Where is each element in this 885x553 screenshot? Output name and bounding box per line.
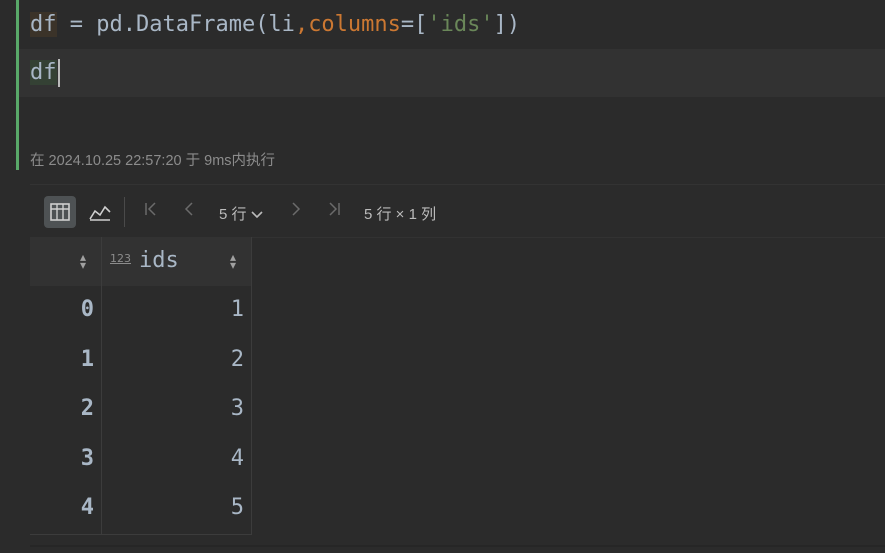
column-name: ids <box>139 248 179 273</box>
table-row[interactable]: 4 5 <box>30 484 252 534</box>
code-var-df: df <box>30 12 57 37</box>
first-page-icon[interactable] <box>143 201 159 222</box>
sort-icon[interactable]: ▴ ▾ <box>80 251 86 271</box>
rows-per-page-label: 5 行 <box>219 206 247 223</box>
value-cell[interactable]: 1 <box>102 286 252 336</box>
code-close: ]) <box>493 12 521 37</box>
cell-status-bar <box>16 0 19 170</box>
dataframe-shape: 5 行 × 1 列 <box>364 206 437 223</box>
row-index-cell: 0 <box>30 286 102 336</box>
numeric-type-icon: 123 <box>110 252 131 265</box>
last-page-icon[interactable] <box>326 201 342 222</box>
dataframe-output: 5 行 5 行 × 1 列 ▴ ▾ 123 ids ▴ ▾ 0 1 1 2 2 3 … <box>30 184 885 547</box>
table-view-button[interactable] <box>44 196 76 228</box>
row-index: 3 <box>80 445 94 471</box>
table-icon <box>50 203 70 221</box>
cell-value: 2 <box>230 346 244 372</box>
code-comma: , <box>294 12 309 37</box>
table-row[interactable]: 3 4 <box>30 434 252 485</box>
value-cell[interactable]: 3 <box>102 385 252 435</box>
table-row[interactable]: 2 3 <box>30 385 252 435</box>
column-header-ids[interactable]: 123 ids ▴ ▾ <box>102 237 252 286</box>
row-index: 0 <box>80 297 94 322</box>
code-line-1[interactable]: df = pd.DataFrame(li,columns=['ids']) <box>30 1 520 49</box>
row-index-cell: 1 <box>30 335 102 386</box>
sort-icon[interactable]: ▴ ▾ <box>230 251 236 271</box>
code-string: 'ids' <box>427 12 494 37</box>
next-page-icon[interactable] <box>288 201 304 222</box>
row-index-cell: 4 <box>30 484 102 534</box>
row-index: 4 <box>80 495 94 521</box>
row-index: 2 <box>80 396 94 422</box>
index-header[interactable]: ▴ ▾ <box>30 237 102 286</box>
prev-page-icon[interactable] <box>181 201 197 222</box>
row-index: 1 <box>80 346 94 372</box>
code-eq: = <box>56 12 97 37</box>
row-index-cell: 2 <box>30 385 102 435</box>
code-line-2-text: df <box>30 60 57 85</box>
value-cell[interactable]: 2 <box>102 335 252 386</box>
code-assign: =[ <box>400 12 428 37</box>
table-row[interactable]: 1 2 <box>30 335 252 386</box>
chart-view-button[interactable] <box>84 196 116 228</box>
output-toolbar: 5 行 5 行 × 1 列 <box>30 185 885 238</box>
table-row[interactable]: 0 1 <box>30 286 252 336</box>
code-call: pd.DataFrame(li <box>96 12 295 37</box>
chevron-down-icon <box>251 211 263 219</box>
rows-per-page-select[interactable]: 5 行 <box>219 203 263 224</box>
row-index-cell: 3 <box>30 434 102 485</box>
cell-value: 1 <box>230 297 244 322</box>
output-scrollbar-track[interactable] <box>30 545 885 547</box>
cell-value: 5 <box>230 495 244 521</box>
value-cell[interactable]: 4 <box>102 434 252 485</box>
table-bottom-border <box>30 534 252 535</box>
code-line-2[interactable]: df <box>19 49 885 97</box>
value-cell[interactable]: 5 <box>102 484 252 534</box>
execution-info: 在 2024.10.25 22:57:20 于 9ms内执行 <box>30 153 276 169</box>
chart-icon <box>89 205 111 221</box>
toolbar-separator <box>124 197 125 227</box>
cell-value: 4 <box>230 445 244 471</box>
text-caret <box>57 59 60 87</box>
code-param: columns <box>308 12 401 37</box>
code-cell[interactable]: df = pd.DataFrame(li,columns=['ids']) df <box>0 0 885 98</box>
cell-value: 3 <box>230 396 244 422</box>
